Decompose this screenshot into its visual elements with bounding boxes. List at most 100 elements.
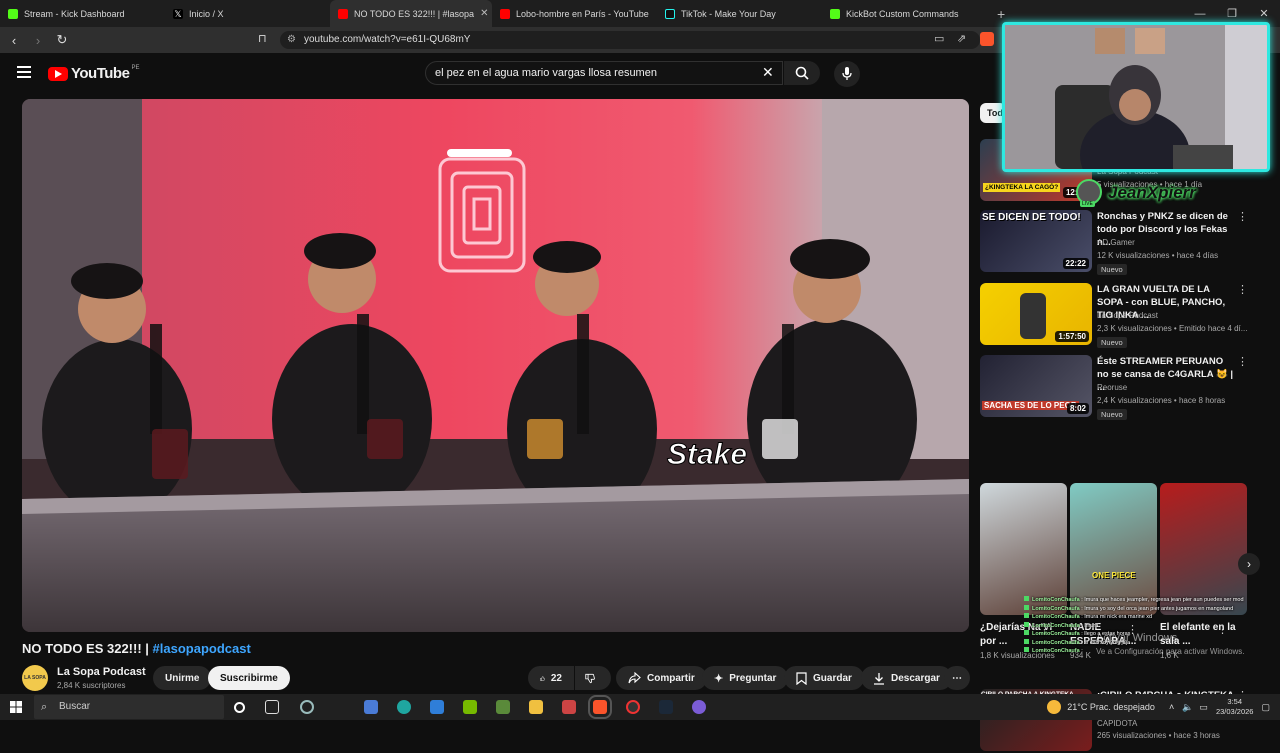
share-icon	[628, 672, 641, 684]
clear-search-icon[interactable]: ✕	[762, 64, 774, 81]
cast-icon[interactable]: ▭	[934, 32, 944, 45]
hamburger-menu-icon[interactable]	[17, 66, 31, 78]
youtube-logo[interactable]: YouTube PE	[48, 65, 139, 82]
video-channel[interactable]: AD Gamer	[1097, 238, 1135, 247]
new-badge: Nuevo	[1097, 264, 1127, 275]
tab-youtube-lobo[interactable]: Lobo-hombre en París - YouTube	[492, 0, 657, 27]
short-overlay-text: ONE PIECE	[1092, 571, 1136, 580]
video-meta: 265 visualizaciones • hace 3 horas	[1097, 731, 1220, 740]
channel-name[interactable]: La Sopa Podcast	[57, 666, 146, 678]
video-thumbnail[interactable]: 1:57:50	[980, 283, 1092, 345]
like-button[interactable]: 22	[528, 666, 574, 690]
nvidia-icon[interactable]	[463, 700, 477, 714]
brave-browser-icon[interactable]	[588, 695, 612, 719]
youtube-play-icon	[48, 66, 68, 81]
obs-icon[interactable]	[626, 700, 640, 714]
new-tab-button[interactable]: +	[987, 6, 1015, 22]
streamer-name: JeanXpierr	[1108, 183, 1196, 202]
tray-chevron-icon[interactable]: ˄	[1169, 702, 1174, 712]
weather-text[interactable]: 21°C Prac. despejado	[1067, 702, 1155, 712]
minecraft-icon[interactable]	[496, 700, 510, 714]
video-thumbnail[interactable]: SACHA ES DE LO PEOR 8:02	[980, 355, 1092, 417]
steam-icon[interactable]	[659, 700, 673, 714]
mail-icon[interactable]	[430, 700, 444, 714]
shorts-next-icon[interactable]: ›	[1238, 553, 1260, 575]
youtube-icon	[500, 8, 510, 19]
reload-icon[interactable]: ↻	[52, 32, 72, 48]
chat-user: LomitoConChaufa	[1032, 631, 1080, 637]
video-channel: CAPIDOTA	[1097, 719, 1138, 728]
task-view-icon[interactable]	[265, 700, 279, 714]
watermark-title: Activar Windows	[1096, 632, 1178, 644]
tab-label: Lobo-hombre en París - YouTube	[516, 8, 649, 19]
download-button[interactable]: Descargar	[861, 666, 952, 690]
chat-user: LomitoConChaufa	[1032, 605, 1080, 612]
notifications-icon[interactable]: ▢	[1261, 702, 1270, 713]
chat-text: Imura que haces jeampler, regresa jean p…	[1084, 597, 1244, 603]
tab-tiktok[interactable]: TikTok - Make Your Day	[657, 0, 822, 27]
more-actions-button[interactable]: ⋯	[944, 666, 970, 690]
weather-icon[interactable]	[1047, 700, 1062, 714]
close-tab-icon[interactable]: ✕	[474, 8, 488, 19]
thumbnail-figure	[1020, 293, 1046, 339]
video-channel[interactable]: La Sopa Podcast	[1097, 311, 1158, 320]
clock[interactable]: 3:54 23/03/2026	[1216, 697, 1254, 717]
taskbar-search-input[interactable]: ⌕ Buscar	[34, 695, 224, 719]
forward-icon[interactable]: ›	[28, 33, 48, 48]
voice-search-button[interactable]	[834, 61, 860, 87]
bookmark-save-icon	[796, 671, 807, 685]
close-window-icon[interactable]: ✕	[1248, 7, 1280, 20]
back-icon[interactable]: ‹	[4, 33, 24, 48]
recommended-video[interactable]: SE DICEN DE TODO! 22:22 Ronchas y PNKZ s…	[980, 210, 1250, 275]
more-options-icon[interactable]: ⋮	[1237, 355, 1248, 368]
tab-label: Stream - Kick Dashboard	[24, 8, 125, 19]
site-info-icon[interactable]: ⚙	[287, 31, 296, 49]
tab-youtube-active[interactable]: NO TODO ES 322!!! | #lasopa ✕	[330, 0, 492, 27]
tab-kickbot[interactable]: KickBot Custom Commands	[822, 0, 987, 27]
volume-icon[interactable]: 🔈	[1182, 702, 1193, 713]
minimize-icon[interactable]: —	[1184, 8, 1216, 20]
network-icon[interactable]: ▭	[1199, 702, 1208, 713]
share-button[interactable]: Compartir	[616, 666, 707, 690]
join-button[interactable]: Unirme	[153, 666, 212, 690]
windows-start-icon[interactable]	[10, 701, 22, 713]
bookmark-icon[interactable]: ⊓	[258, 32, 267, 45]
tab-kick-dashboard[interactable]: Stream - Kick Dashboard	[0, 0, 165, 27]
url-field[interactable]: ⚙ youtube.com/watch?v=e61I-QU68mY	[280, 31, 980, 49]
app-icon[interactable]	[562, 700, 576, 714]
recommended-video[interactable]: 1:57:50 LA GRAN VUELTA DE LA SOPA - con …	[980, 283, 1250, 348]
search-button[interactable]	[784, 61, 820, 85]
file-explorer-icon[interactable]	[529, 700, 543, 714]
region-code: PE	[131, 65, 140, 71]
video-channel[interactable]: Reoruse	[1097, 383, 1127, 392]
subscribe-button[interactable]: Suscribirme	[208, 666, 290, 690]
windows-taskbar: ⌕ Buscar 21°C Prac. despejado ˄ 🔈 ▭ 3:54…	[0, 694, 1280, 720]
thumbnail-text: SACHA ES DE LO PEOR	[982, 401, 1079, 410]
video-thumbnail[interactable]: SE DICEN DE TODO! 22:22	[980, 210, 1092, 272]
cortana-icon[interactable]	[234, 702, 245, 713]
share-page-icon[interactable]: ⇗	[957, 32, 966, 45]
more-options-icon[interactable]: ⋮	[1237, 283, 1248, 296]
chat-user: LomitoConChaufa	[1032, 614, 1080, 620]
edge-icon[interactable]	[397, 700, 411, 714]
join-label: Unirme	[165, 672, 200, 684]
clock-date: 23/03/2026	[1215, 707, 1254, 716]
chat-badge-icon	[1024, 621, 1029, 627]
dislike-button[interactable]	[575, 666, 611, 690]
speed-icon[interactable]	[300, 700, 314, 714]
channel-avatar[interactable]: LA SOPA	[22, 665, 48, 691]
new-badge: Nuevo	[1097, 337, 1127, 348]
search-input[interactable]: el pez en el agua mario vargas llosa res…	[425, 61, 783, 85]
x-icon: 𝕏	[173, 8, 183, 19]
video-player[interactable]: Stake	[22, 99, 969, 632]
maximize-icon[interactable]: ❐	[1216, 7, 1248, 20]
recommended-video[interactable]: SACHA ES DE LO PEOR 8:02 Éste STREAMER P…	[980, 355, 1250, 420]
brave-shield-icon[interactable]	[980, 32, 994, 46]
tab-x-home[interactable]: 𝕏 Inicio / X	[165, 0, 330, 27]
discord-icon[interactable]	[692, 700, 706, 714]
save-button[interactable]: Guardar	[784, 666, 864, 690]
store-icon[interactable]	[364, 700, 378, 714]
ask-button[interactable]: ✦ Preguntar	[702, 666, 789, 690]
more-options-icon[interactable]: ⋮	[1237, 210, 1248, 223]
video-hashtag[interactable]: #lasopapodcast	[153, 641, 251, 656]
